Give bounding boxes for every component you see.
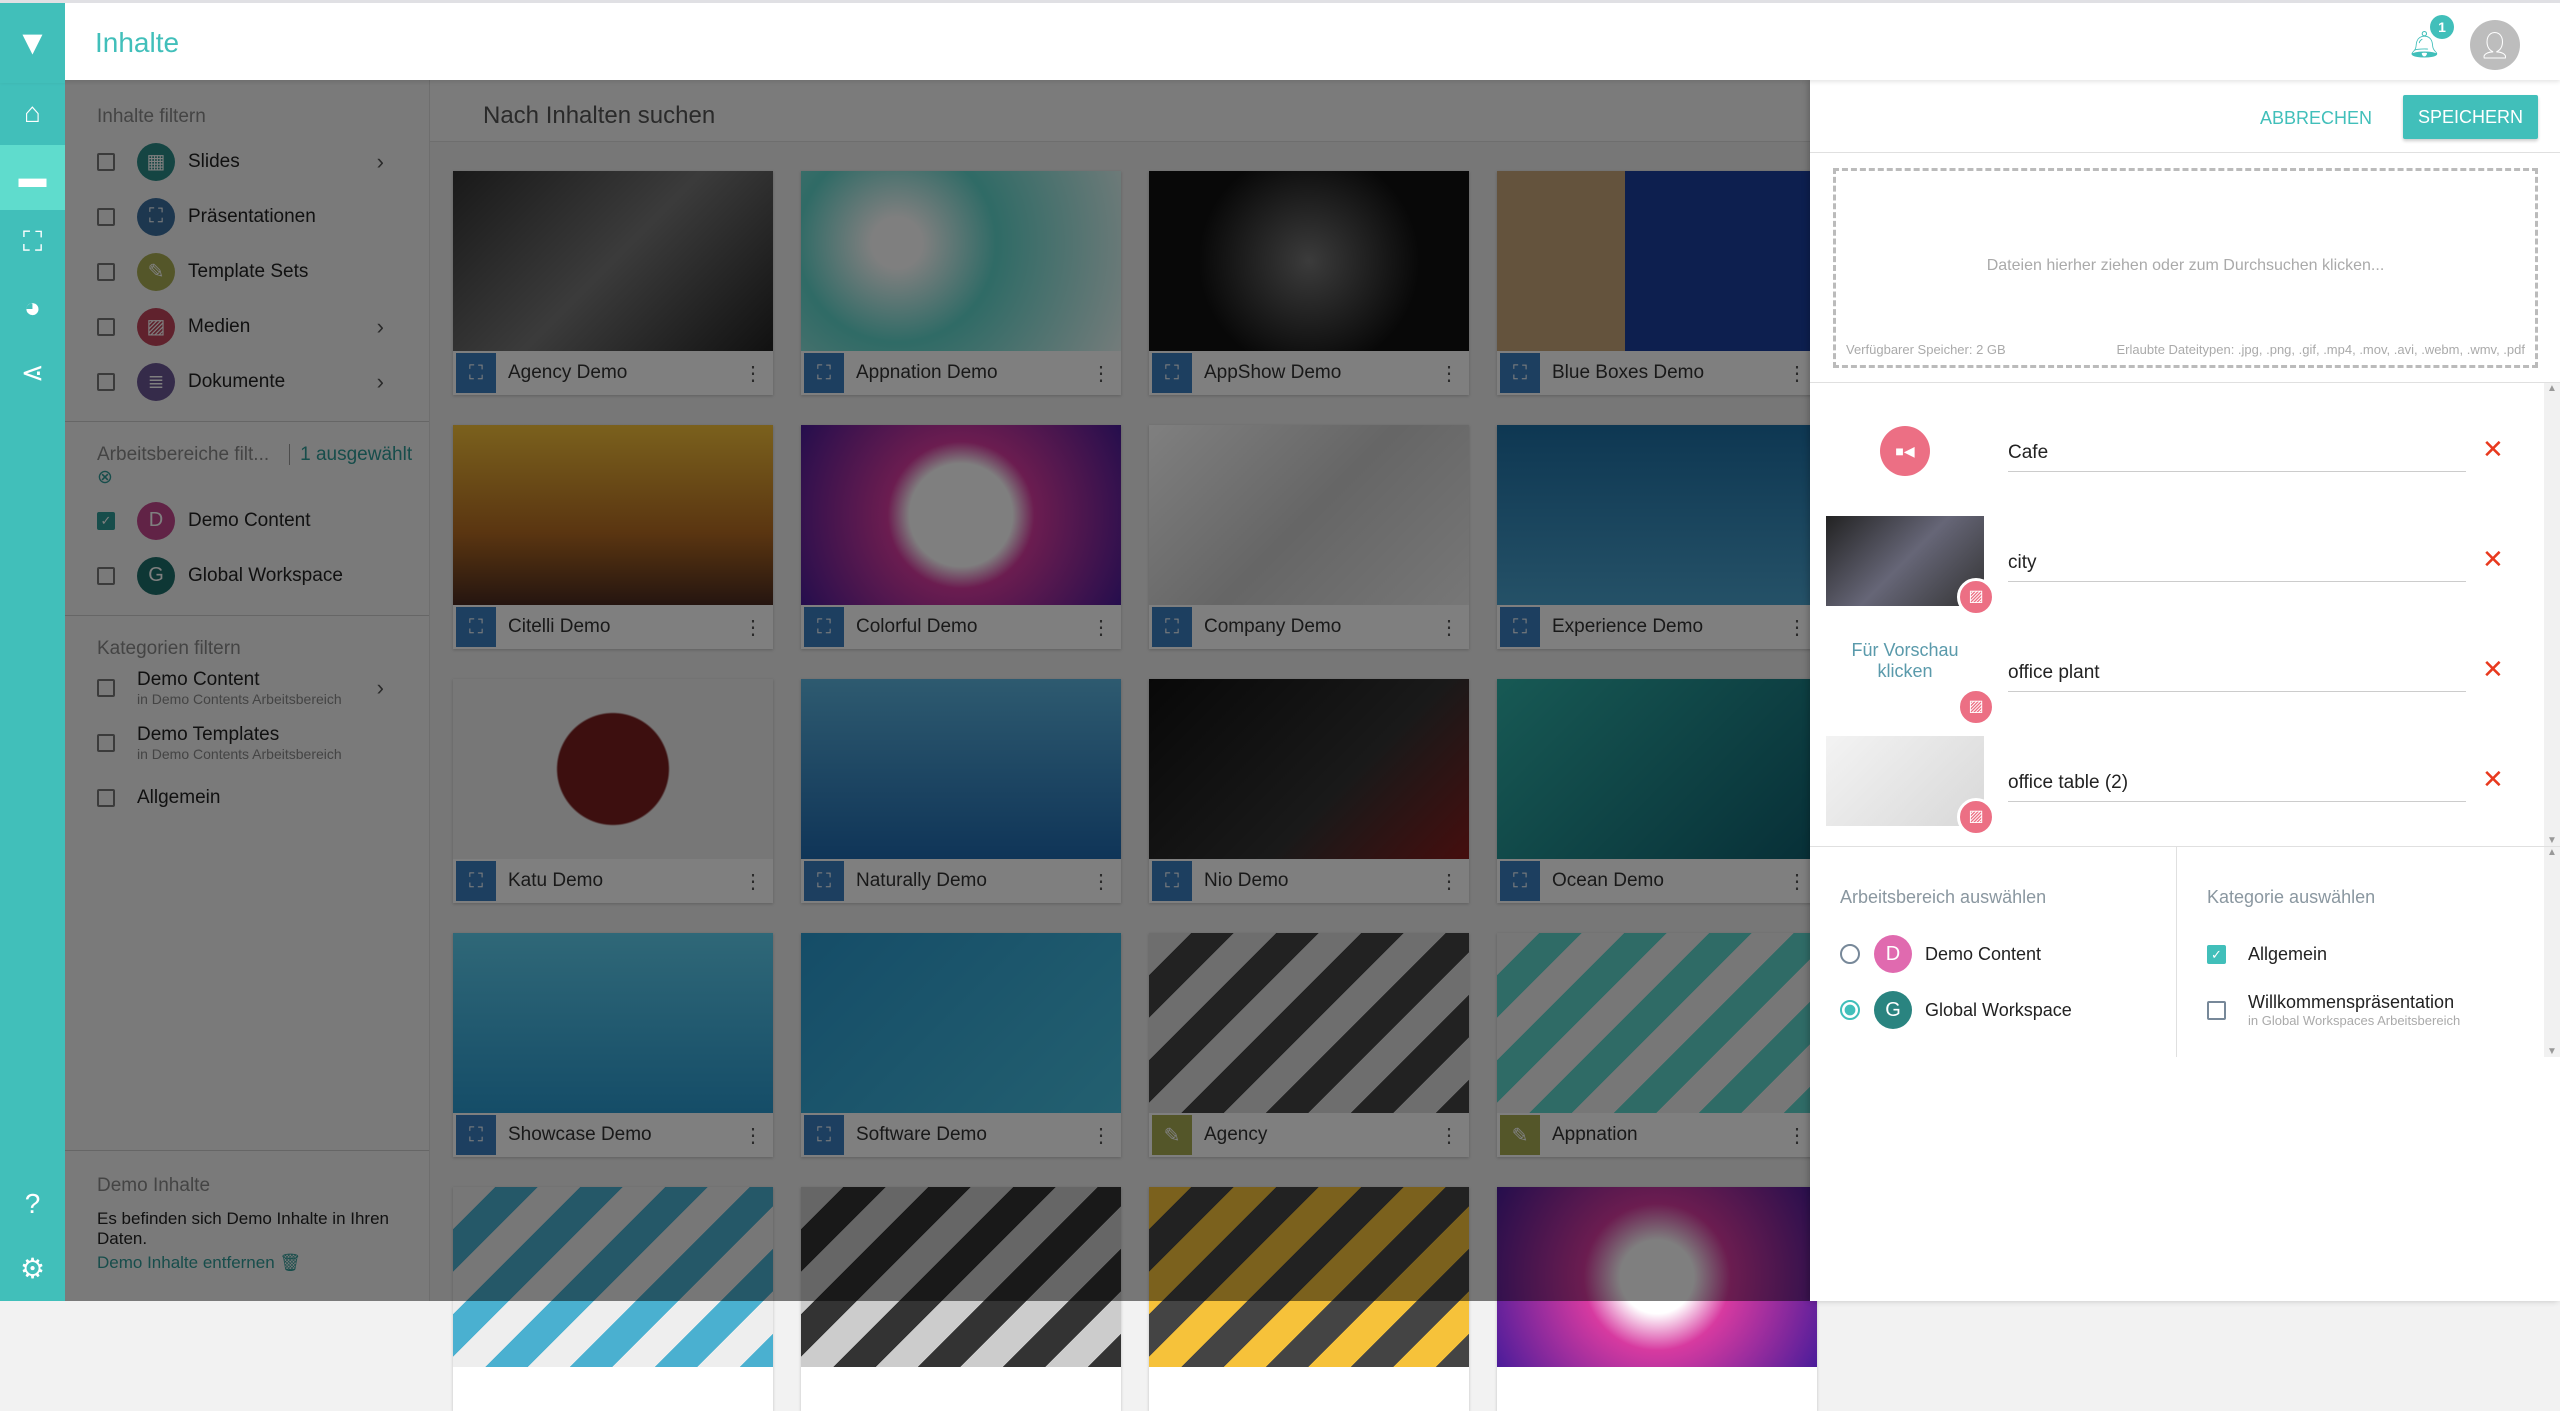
workspace-avatar: G xyxy=(1874,991,1912,1029)
drop-message: Dateien hierher ziehen oder zum Durchsuc… xyxy=(1986,257,2385,274)
save-button[interactable]: SPEICHERN xyxy=(2403,95,2538,139)
cancel-button[interactable]: ABBRECHEN xyxy=(2260,108,2372,129)
category-select-title: Kategorie auswählen xyxy=(2207,887,2376,907)
workspace-option[interactable]: G Global Workspace xyxy=(1810,982,2176,1038)
home-icon[interactable]: ⌂ xyxy=(0,80,65,145)
radio-button[interactable] xyxy=(1840,1000,1860,1020)
share-clock-icon[interactable]: ⋖ xyxy=(0,340,65,405)
upload-item: ▨ city ✕ xyxy=(1810,516,2540,616)
checkbox[interactable] xyxy=(2207,1000,2226,1020)
category-label: Allgemein xyxy=(2248,943,2328,964)
delete-icon[interactable]: ✕ xyxy=(2482,654,2504,685)
top-bar: ▼ Inhalte 🔔︎ 1 👤︎ xyxy=(0,0,2560,83)
presentation-clock-icon[interactable]: ⛶ xyxy=(0,210,65,275)
scrollbar[interactable]: ▲ ▼ xyxy=(2544,847,2560,1057)
upload-list: ■◀ Cafe ✕ ▨ city ✕ Für Vorschau klicken ▨ office… xyxy=(1810,382,2560,846)
file-name-input[interactable]: office table (2) xyxy=(2008,764,2466,802)
workspace-label: Global Workspace xyxy=(1925,999,2072,1020)
user-avatar[interactable]: 👤︎ xyxy=(2470,20,2520,70)
upload-item: Für Vorschau klicken ▨ office plant ✕ xyxy=(1810,626,2540,726)
file-drop-zone[interactable]: Dateien hierher ziehen oder zum Durchsuc… xyxy=(1833,168,2538,368)
notification-badge: 1 xyxy=(2430,15,2454,39)
page-title: Inhalte xyxy=(95,27,180,58)
fox-logo-icon[interactable]: ▼ xyxy=(0,3,65,83)
delete-icon[interactable]: ✕ xyxy=(2482,434,2504,465)
allowed-file-types: Erlaubte Dateitypen: .jpg, .png, .gif, .… xyxy=(2116,342,2525,357)
file-name-input[interactable]: city xyxy=(2008,544,2466,582)
settings-gear-icon[interactable]: ⚙ xyxy=(0,1236,65,1301)
modal-backdrop[interactable] xyxy=(65,80,1810,1301)
category-option[interactable]: ✓ Allgemein xyxy=(2177,926,2544,982)
image-icon: ▨ xyxy=(1957,578,1995,616)
pie-chart-icon[interactable]: ◕ xyxy=(0,275,65,340)
folder-icon[interactable]: ▬ xyxy=(0,145,65,210)
video-camera-icon: ■◀ xyxy=(1880,426,1930,476)
category-sub: in Global Workspaces Arbeitsbereich xyxy=(2248,1013,2461,1028)
workspace-avatar: D xyxy=(1874,935,1912,973)
category-option[interactable]: Willkommenspräsentation in Global Workspa… xyxy=(2177,982,2544,1038)
nav-rail: ⌂ ▬ ⛶ ◕ ⋖ ? ⚙ xyxy=(0,80,65,1301)
help-icon[interactable]: ? xyxy=(0,1171,65,1236)
image-icon: ▨ xyxy=(1957,688,1995,726)
checkbox[interactable]: ✓ xyxy=(2207,944,2226,964)
image-icon: ▨ xyxy=(1957,798,1995,836)
available-storage: Verfügbarer Speicher: 2 GB xyxy=(1846,342,2006,357)
file-name-input[interactable]: office plant xyxy=(2008,654,2466,692)
delete-icon[interactable]: ✕ xyxy=(2482,544,2504,575)
workspace-select-title: Arbeitsbereich auswählen xyxy=(1840,887,2047,907)
upload-item: ■◀ Cafe ✕ xyxy=(1810,406,2540,496)
category-label: Willkommenspräsentation xyxy=(2248,992,2455,1012)
workspace-label: Demo Content xyxy=(1925,943,2042,964)
file-name-input[interactable]: Cafe xyxy=(2008,434,2466,472)
preview-hint[interactable]: Für Vorschau klicken xyxy=(1826,626,1984,696)
radio-button[interactable] xyxy=(1840,944,1860,964)
scrollbar[interactable]: ▲ ▼ xyxy=(2544,383,2560,846)
upload-item: ▨ office table (2) ✕ xyxy=(1810,736,2540,836)
upload-panel: ABBRECHEN SPEICHERN Dateien hierher zieh… xyxy=(1810,80,2560,1301)
workspace-option[interactable]: D Demo Content xyxy=(1810,926,2176,982)
delete-icon[interactable]: ✕ xyxy=(2482,764,2504,795)
